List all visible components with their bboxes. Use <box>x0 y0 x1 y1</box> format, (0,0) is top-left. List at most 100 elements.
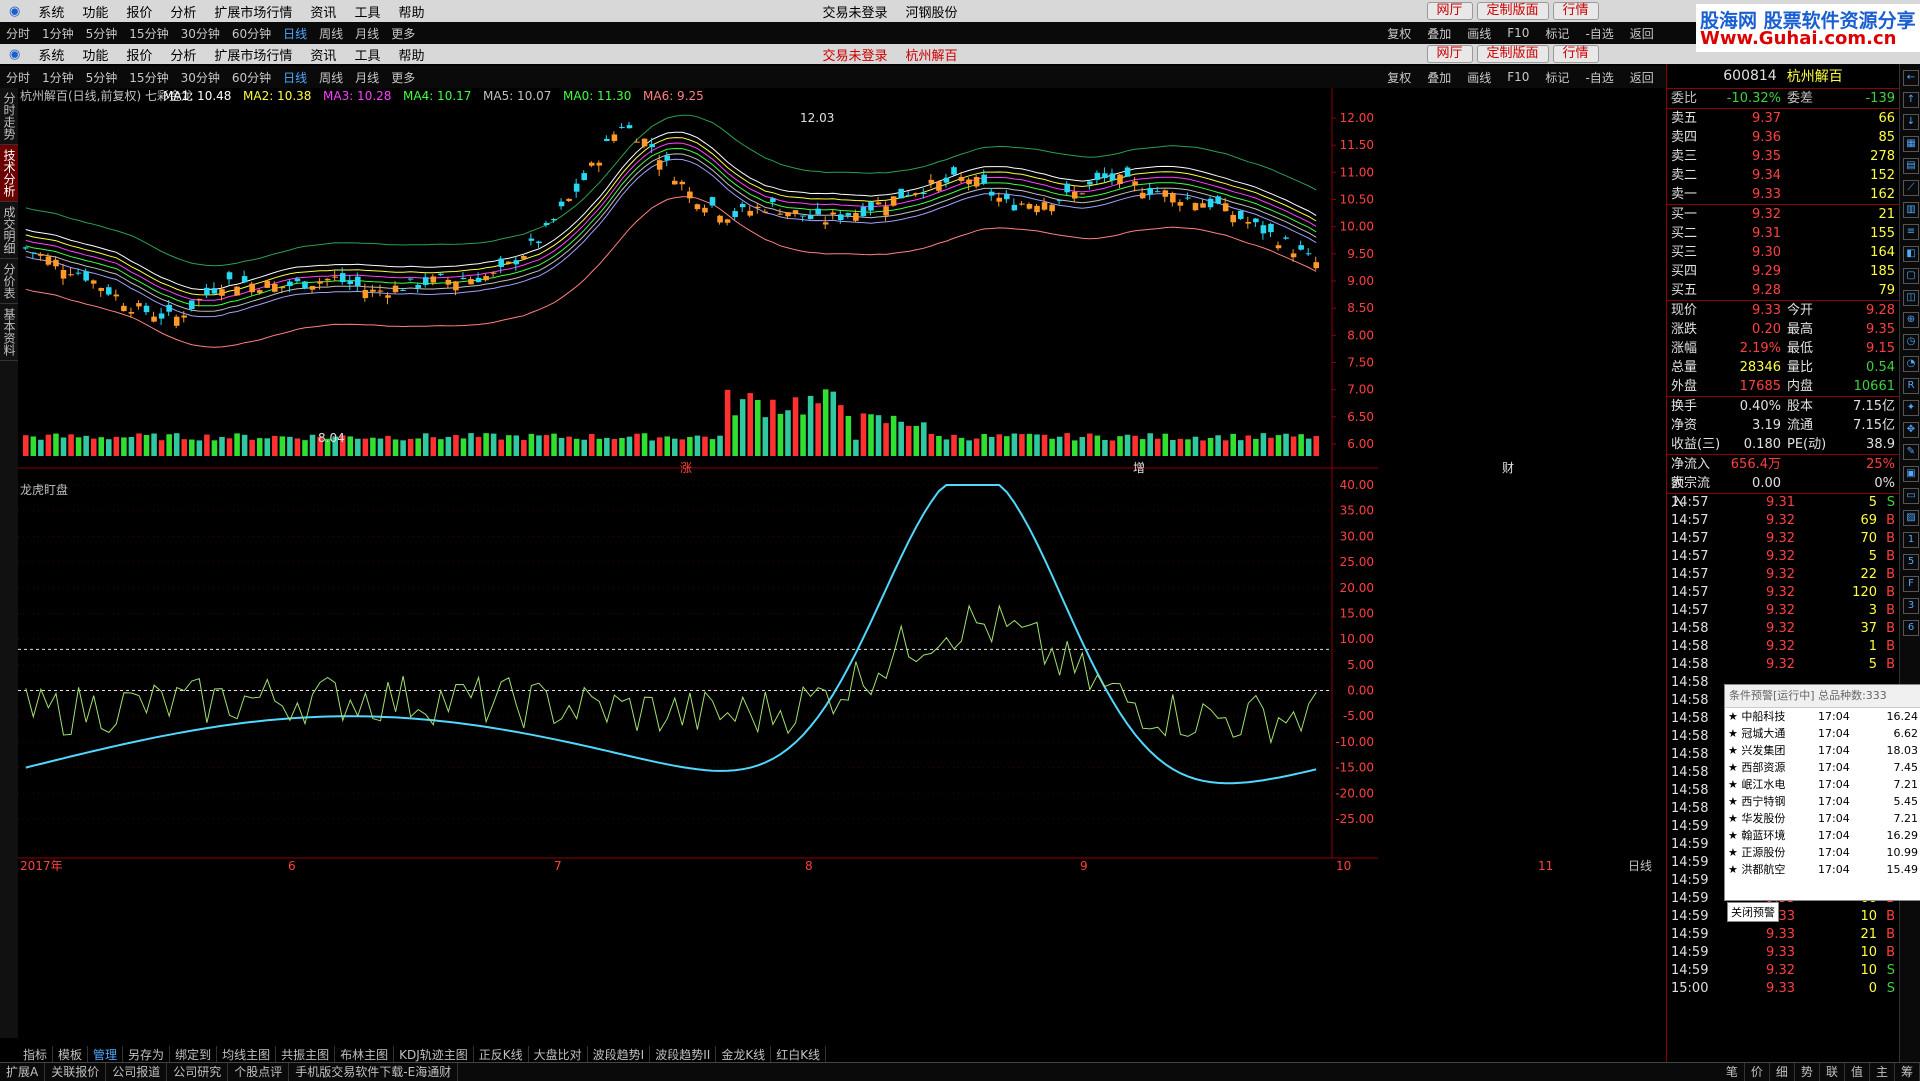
alert-row[interactable]: ★ 洪都航空 17:04 15.49 <box>1725 861 1920 878</box>
toolstrip-item[interactable]: 模板 <box>53 1046 89 1062</box>
back-arrow-icon[interactable]: ← <box>1903 70 1919 86</box>
alert-title[interactable]: 条件预警[运行中] 总品种数:333 <box>1725 685 1920 708</box>
period-tab[interactable]: 1分钟 <box>36 69 80 86</box>
period-tab-active[interactable]: 日线 <box>277 69 313 86</box>
toolstrip-item[interactable]: 均线主图 <box>217 1046 277 1062</box>
menu-item[interactable]: 工具 <box>345 2 389 21</box>
bottom-panel-tab[interactable]: 笔 <box>1720 1063 1745 1081</box>
menu-item[interactable]: 帮助 <box>389 45 433 64</box>
quote-button[interactable]: 行情 <box>1552 45 1599 63</box>
mark-button[interactable]: 标记 <box>1539 69 1575 86</box>
period-more[interactable]: 更多 <box>385 25 421 42</box>
num-60-icon[interactable]: 6 <box>1903 620 1919 636</box>
line-chart-icon[interactable]: ⟋ <box>1903 180 1919 196</box>
f10-button[interactable]: F10 <box>1501 26 1535 40</box>
alert-list[interactable]: ★ 中船科技 17:04 16.24 ★ 冠城大通 17:04 6.62 ★ 兴发集团 17:… <box>1725 708 1920 878</box>
move-icon[interactable]: ✥ <box>1903 422 1919 438</box>
bottom-panel-tab[interactable]: 主 <box>1870 1063 1895 1081</box>
fuquan-button[interactable]: 复权 <box>1381 25 1417 42</box>
back-button[interactable]: 返回 <box>1624 69 1660 86</box>
toolstrip-item[interactable]: 管理 <box>88 1046 124 1062</box>
menu-item[interactable]: 扩展市场行情 <box>205 2 301 21</box>
overlay-button[interactable]: 叠加 <box>1421 69 1457 86</box>
num-1-icon[interactable]: 1 <box>1903 532 1919 548</box>
remove-watchlist-button[interactable]: -自选 <box>1579 69 1619 86</box>
side-tab-technical[interactable]: 技术分析 <box>0 145 19 202</box>
wangting-button[interactable]: 网厅 <box>1426 45 1473 63</box>
up-arrow-icon[interactable]: ↑ <box>1903 92 1919 108</box>
period-tab[interactable]: 分时 <box>0 69 36 86</box>
alert-row[interactable]: ★ 西宁特钢 17:04 5.45 <box>1725 793 1920 810</box>
zoom-icon[interactable]: ⊕ <box>1903 312 1919 328</box>
down-arrow-icon[interactable]: ↓ <box>1903 114 1919 130</box>
menu-item[interactable]: 资讯 <box>301 45 345 64</box>
menu-item[interactable]: 资讯 <box>301 2 345 21</box>
status-bar-item[interactable]: 个股点评 <box>228 1063 290 1081</box>
settings-icon[interactable]: ✦ <box>1903 400 1919 416</box>
status-bar-item[interactable]: 手机版交易软件下载-E海通财 <box>289 1063 459 1081</box>
login-status[interactable]: 交易未登录 <box>813 2 896 21</box>
period-tab[interactable]: 30分钟 <box>175 25 226 42</box>
bottom-panel-tab[interactable]: 价 <box>1745 1063 1770 1081</box>
toolstrip-item[interactable]: 绑定到 <box>170 1046 218 1062</box>
bottom-panel-tab[interactable]: 细 <box>1770 1063 1795 1081</box>
bottom-panel-tab[interactable]: 筹 <box>1895 1063 1920 1081</box>
side-tab-intraday[interactable]: 分时走势 <box>0 88 19 145</box>
close-alert-button[interactable]: 关闭预警 <box>1727 902 1779 922</box>
period-tab[interactable]: 1分钟 <box>36 25 80 42</box>
custom-layout-button[interactable]: 定制版面 <box>1476 2 1549 20</box>
bottom-panel-tab[interactable]: 值 <box>1845 1063 1870 1081</box>
condition-alert-popup[interactable]: 条件预警[运行中] 总品种数:333 ★ 中船科技 17:04 16.24 ★ 冠城大… <box>1724 684 1920 922</box>
mark-button[interactable]: 标记 <box>1539 25 1575 42</box>
period-tab[interactable]: 30分钟 <box>175 69 226 86</box>
status-bar-item[interactable]: 关联报价 <box>45 1063 107 1081</box>
layers-icon[interactable]: ◫ <box>1903 290 1919 306</box>
num-15-icon[interactable]: F <box>1903 576 1919 592</box>
list-icon[interactable]: ≡ <box>1903 224 1919 240</box>
overlay-button[interactable]: 叠加 <box>1421 25 1457 42</box>
period-tab[interactable]: 15分钟 <box>123 25 174 42</box>
page-icon[interactable]: ▣ <box>1903 466 1919 482</box>
period-tab-active[interactable]: 日线 <box>277 25 313 42</box>
toolstrip-item[interactable]: 指标 <box>18 1046 54 1062</box>
alert-row[interactable]: ★ 正源股份 17:04 10.99 <box>1725 844 1920 861</box>
login-status[interactable]: 交易未登录 <box>813 45 896 64</box>
toolstrip-item[interactable]: 布林主图 <box>335 1046 395 1062</box>
period-tab[interactable]: 60分钟 <box>226 69 277 86</box>
alert-row[interactable]: ★ 中船科技 17:04 16.24 <box>1725 708 1920 725</box>
menu-item[interactable]: 功能 <box>73 45 117 64</box>
menu-item[interactable]: 分析 <box>161 45 205 64</box>
menu-item[interactable]: 报价 <box>117 2 161 21</box>
side-tab-fundamentals[interactable]: 基本资料 <box>0 304 19 361</box>
toolstrip-item[interactable]: 波段趋势I <box>588 1046 651 1062</box>
toolstrip-item[interactable]: 共振主图 <box>276 1046 336 1062</box>
menu-item[interactable]: 帮助 <box>389 2 433 21</box>
image-icon[interactable]: ▨ <box>1903 510 1919 526</box>
kline-chart[interactable]: 杭州解百(日线,前复权) 七彩金龙MA1: 10.48 MA2: 10.38 MA3… <box>18 88 1666 1046</box>
fuquan-button[interactable]: 复权 <box>1381 69 1417 86</box>
custom-layout-button[interactable]: 定制版面 <box>1476 45 1549 63</box>
toolstrip-item[interactable]: KDJ轨迹主图 <box>394 1046 474 1062</box>
alert-row[interactable]: ★ 兴发集团 17:04 18.03 <box>1725 742 1920 759</box>
period-tab[interactable]: 周线 <box>313 25 349 42</box>
alert-row[interactable]: ★ 西部资源 17:04 7.45 <box>1725 759 1920 776</box>
period-tab[interactable]: 60分钟 <box>226 25 277 42</box>
bottom-panel-tab[interactable]: 势 <box>1795 1063 1820 1081</box>
period-tab[interactable]: 月线 <box>349 69 385 86</box>
pie-icon[interactable]: ◔ <box>1903 356 1919 372</box>
period-tab[interactable]: 15分钟 <box>123 69 174 86</box>
chart-icon[interactable]: ◧ <box>1903 246 1919 262</box>
num-5-icon[interactable]: 5 <box>1903 554 1919 570</box>
window-icon[interactable]: ▢ <box>1903 268 1919 284</box>
side-tab-trades[interactable]: 成交明细 <box>0 202 19 259</box>
toolstrip-item[interactable]: 波段趋势II <box>650 1046 717 1062</box>
alert-row[interactable]: ★ 华发股份 17:04 7.21 <box>1725 810 1920 827</box>
rsi-icon[interactable]: R <box>1903 378 1919 394</box>
side-tab-price-table[interactable]: 分价表 <box>0 259 19 304</box>
period-tab[interactable]: 周线 <box>313 69 349 86</box>
menu-item[interactable]: 工具 <box>345 45 389 64</box>
f10-button[interactable]: F10 <box>1501 70 1535 84</box>
period-tab[interactable]: 分时 <box>0 25 36 42</box>
period-tab[interactable]: 5分钟 <box>80 25 124 42</box>
bar-chart-icon[interactable]: ▥ <box>1903 202 1919 218</box>
